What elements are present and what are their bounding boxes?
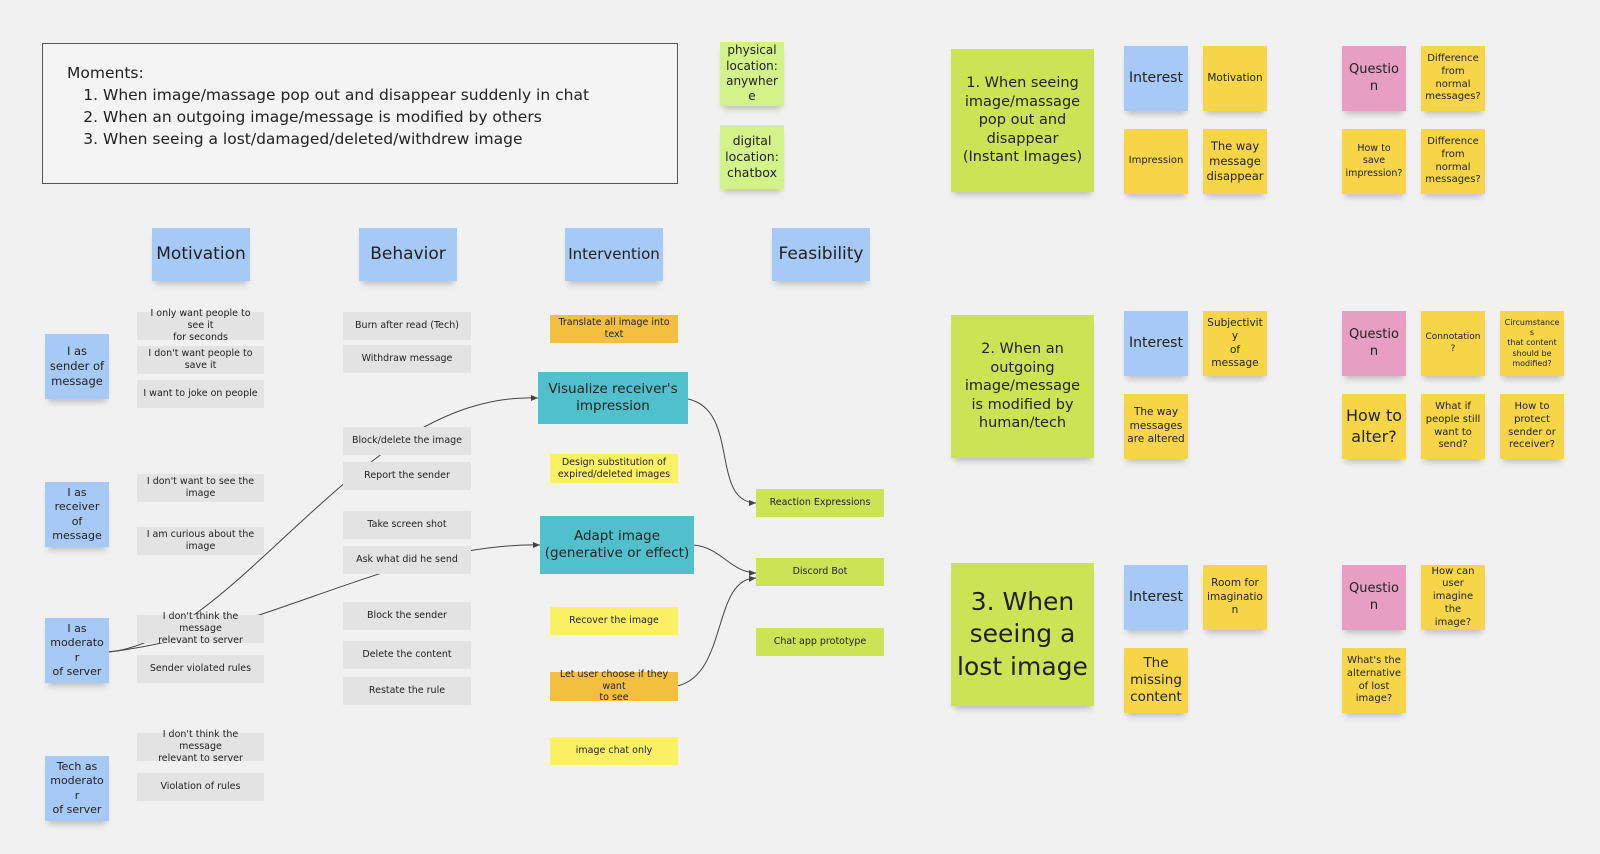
behavior-card[interactable]: Report the sender (343, 462, 471, 490)
behavior-card[interactable]: Block the sender (343, 602, 471, 630)
cluster-2-what-if-note[interactable]: What if people still want to send? (1421, 394, 1485, 459)
motivation-card[interactable]: I want to joke on people (137, 380, 264, 408)
actor-moderator-note[interactable]: I as moderator of server (45, 618, 109, 683)
cluster-2-protect-note[interactable]: How to protect sender or receiver? (1500, 394, 1564, 459)
moment-item: When image/massage pop out and disappear… (103, 84, 653, 106)
moment-2-note[interactable]: 2. When an outgoing image/message is mod… (951, 315, 1094, 458)
arrowhead (749, 570, 756, 576)
cluster-2-question-note[interactable]: Question (1342, 311, 1406, 376)
intervention-visualize-card[interactable]: Visualize receiver's impression (538, 372, 688, 424)
physical-location-note[interactable]: physical location: anywhere (720, 42, 784, 106)
behavior-card[interactable]: Burn after read (Tech) (343, 312, 471, 340)
cluster-3-alternative-note[interactable]: What's the alternative of lost image? (1342, 648, 1406, 713)
moment-3-note[interactable]: 3. When seeing a lost image (951, 563, 1094, 706)
moment-item: When seeing a lost/damaged/deleted/withd… (103, 128, 653, 150)
cluster-2-connotation-note[interactable]: Connotation? (1421, 311, 1485, 376)
arrowhead (533, 542, 540, 548)
actor-receiver-note[interactable]: I as receiver of message (45, 482, 109, 547)
cluster-1-question-item-note[interactable]: Difference from normal messages? (1421, 46, 1485, 111)
motivation-card[interactable]: I don't want to see the image (137, 474, 264, 502)
cluster-3-room-note[interactable]: Room for imagination (1203, 565, 1267, 630)
motivation-card[interactable]: Violation of rules (137, 773, 264, 801)
feasibility-reaction-card[interactable]: Reaction Expressions (756, 489, 884, 517)
intervention-translate-card[interactable]: Translate all image into text (550, 315, 678, 343)
column-header-intervention[interactable]: Intervention (565, 228, 663, 281)
feasibility-discord-card[interactable]: Discord Bot (756, 558, 884, 586)
motivation-card[interactable]: I don't want people to save it (137, 346, 264, 374)
actor-sender-note[interactable]: I as sender of message (45, 334, 109, 399)
cluster-1-motivation-note[interactable]: Motivation (1203, 46, 1267, 111)
intervention-design-substitution-card[interactable]: Design substitution of expired/deleted i… (550, 454, 678, 483)
cluster-3-interest-note[interactable]: Interest (1124, 565, 1188, 630)
cluster-1-way-note[interactable]: The way message disappear (1203, 129, 1267, 194)
cluster-1-impression-note[interactable]: Impression (1124, 129, 1188, 194)
connector-visualize-reaction (687, 398, 757, 504)
connector-choose-discord (676, 577, 757, 687)
arrowhead (749, 576, 756, 582)
behavior-card[interactable]: Ask what did he send (343, 546, 471, 574)
cluster-3-question-note[interactable]: Question (1342, 565, 1406, 630)
behavior-card[interactable]: Restate the rule (343, 677, 471, 705)
column-header-behavior[interactable]: Behavior (359, 228, 457, 281)
digital-location-note[interactable]: digital location: chatbox (720, 125, 784, 189)
column-header-feasibility[interactable]: Feasibility (772, 228, 870, 281)
intervention-let-user-choose-card[interactable]: Let user choose if they want to see (550, 669, 678, 703)
intervention-image-chat-card[interactable]: image chat only (550, 737, 678, 765)
cluster-2-subjectivity-note[interactable]: Subjectivity of message (1203, 311, 1267, 376)
cluster-2-interest-note[interactable]: Interest (1124, 311, 1188, 376)
motivation-card[interactable]: I don't think the message relevant to se… (137, 611, 264, 646)
motivation-card[interactable]: I only want people to see it for seconds (137, 308, 264, 343)
moment-item: When an outgoing image/message is modifi… (103, 106, 653, 128)
behavior-card[interactable]: Take screen shot (343, 511, 471, 539)
moment-1-note[interactable]: 1. When seeing image/massage pop out and… (951, 49, 1094, 192)
cluster-1-question-item-note[interactable]: How to save impression? (1342, 129, 1406, 194)
motivation-card[interactable]: I am curious about the image (137, 527, 264, 555)
cluster-2-how-alter-note[interactable]: How to alter? (1342, 394, 1406, 459)
cluster-3-imagine-note[interactable]: How can user imagine the image? (1421, 565, 1485, 630)
cluster-1-interest-note[interactable]: Interest (1124, 46, 1188, 111)
connector-adapt-discord (693, 544, 757, 574)
motivation-card[interactable]: I don't think the message relevant to se… (137, 729, 264, 764)
column-header-motivation[interactable]: Motivation (152, 228, 250, 281)
feasibility-chat-app-card[interactable]: Chat app prototype (756, 628, 884, 656)
arrowhead (749, 500, 756, 506)
behavior-card[interactable]: Delete the content (343, 641, 471, 669)
behavior-card[interactable]: Block/delete the image (343, 427, 471, 455)
moments-list: When image/massage pop out and disappear… (67, 84, 653, 150)
cluster-2-circumstances-note[interactable]: Circumstances that content should be mod… (1500, 311, 1564, 376)
cluster-3-missing-note[interactable]: The missing content (1124, 648, 1188, 713)
intervention-adapt-card[interactable]: Adapt image (generative or effect) (540, 516, 694, 574)
intervention-recover-card[interactable]: Recover the image (550, 607, 678, 635)
behavior-card[interactable]: Withdraw message (343, 345, 471, 373)
moments-box: Moments: When image/massage pop out and … (42, 43, 678, 184)
moments-heading: Moments: (67, 64, 144, 82)
cluster-1-question-note[interactable]: Question (1342, 46, 1406, 111)
actor-tech-note[interactable]: Tech as moderator of server (45, 756, 109, 821)
cluster-1-question-item-note[interactable]: Difference from normal messages? (1421, 129, 1485, 194)
motivation-card[interactable]: Sender violated rules (137, 655, 264, 683)
cluster-2-way-note[interactable]: The way messages are altered (1124, 394, 1188, 459)
arrowhead (531, 395, 538, 401)
